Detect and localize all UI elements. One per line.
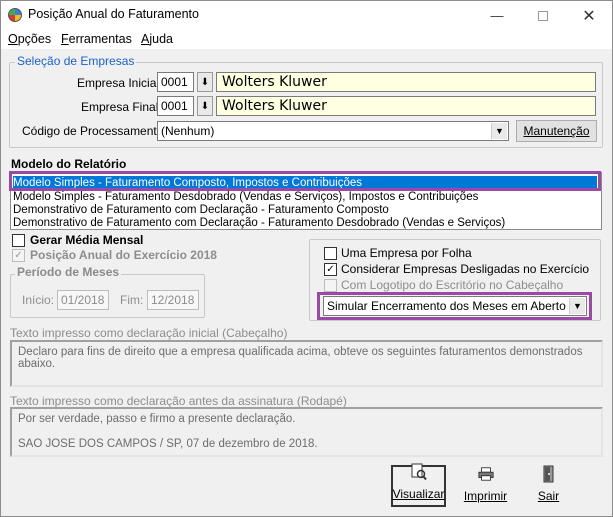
chevron-down-icon[interactable]: ▼ xyxy=(491,123,507,139)
cabecalho-textarea[interactable]: Declaro para fins de direito que a empre… xyxy=(10,340,603,387)
menu-opcoes-label: pções xyxy=(17,32,52,46)
minimize-icon: — xyxy=(490,8,504,23)
fim-label: Fim: xyxy=(120,293,144,307)
codigo-processamento-value: (Nenhum) xyxy=(161,124,215,138)
close-button[interactable]: ✕ xyxy=(566,2,612,29)
empresa-inicial-label: Empresa Inicial xyxy=(77,76,160,90)
posicao-anual-checkbox[interactable]: ✓ xyxy=(12,249,25,262)
menu-opcoes[interactable]: Opções xyxy=(8,32,51,46)
maximize-button[interactable] xyxy=(520,2,566,29)
fim-input[interactable]: 12/2018 xyxy=(147,290,199,310)
logotipo-checkbox[interactable] xyxy=(324,279,337,292)
down-arrow-icon: ⬇ xyxy=(200,100,210,112)
printer-icon xyxy=(477,465,494,483)
simular-highlight xyxy=(317,292,592,320)
considerar-checkbox[interactable]: ✓ xyxy=(324,263,337,276)
cabecalho-label: Texto impresso como declaração inicial (… xyxy=(10,326,288,340)
inicio-input[interactable]: 01/2018 xyxy=(57,290,109,310)
manutencao-label: Manutenção xyxy=(523,124,590,138)
sair-button[interactable]: Sair xyxy=(521,465,576,507)
logotipo-label: Com Logotipo do Escritório no Cabeçalho xyxy=(341,278,564,292)
app-logo-icon xyxy=(8,8,22,22)
list-item[interactable]: Modelo Simples - Faturamento Desdobrado … xyxy=(13,190,478,204)
magnifier-document-icon xyxy=(411,463,427,481)
window-title: Posição Anual do Faturamento xyxy=(28,7,199,21)
empresa-final-name-field[interactable]: Wolters Kluwer xyxy=(216,96,596,116)
title-bar[interactable]: Posição Anual do Faturamento — ✕ xyxy=(1,1,612,29)
gerar-media-label: Gerar Média Mensal xyxy=(30,233,144,247)
list-item[interactable]: Demonstrativo de Faturamento com Declara… xyxy=(13,216,505,230)
list-item[interactable]: Demonstrativo de Faturamento com Declara… xyxy=(13,203,389,217)
rodape-textarea[interactable]: Por ser verdade, passo e firmo a present… xyxy=(10,407,603,457)
empresa-inicial-name-field[interactable]: Wolters Kluwer xyxy=(216,72,596,92)
manutencao-button[interactable]: Manutenção xyxy=(516,120,597,142)
codigo-processamento-select[interactable]: (Nenhum) ▼ xyxy=(157,121,509,141)
rodape-line-2: SAO JOSE DOS CAMPOS / SP, 07 de dezembro… xyxy=(18,438,318,450)
empresa-final-code-input[interactable]: 0001 xyxy=(157,96,194,116)
sair-label: Sair xyxy=(537,489,560,503)
menu-opcoes-accel: O xyxy=(8,32,18,46)
uma-empresa-checkbox[interactable] xyxy=(324,247,337,260)
exit-door-icon xyxy=(541,465,557,483)
cabecalho-text: Declaro para fins de direito que a empre… xyxy=(18,346,583,370)
down-arrow-icon: ⬇ xyxy=(200,76,210,88)
empresa-final-label: Empresa Final xyxy=(81,100,159,114)
checkmark-icon: ✓ xyxy=(326,264,335,275)
menu-ajuda[interactable]: Ajuda xyxy=(141,32,173,46)
menu-ferramentas-accel: F xyxy=(61,32,69,46)
gerar-media-checkbox[interactable] xyxy=(12,234,25,247)
visualizar-label: Visualizar xyxy=(392,487,445,501)
menu-ferramentas[interactable]: Ferramentas xyxy=(61,32,132,46)
empresa-inicial-lookup-button[interactable]: ⬇ xyxy=(197,72,213,92)
imprimir-label: Imprimir xyxy=(463,489,508,503)
uma-empresa-label: Uma Empresa por Folha xyxy=(341,246,472,260)
menu-ajuda-label: juda xyxy=(149,32,173,46)
rodape-line-1: Por ser verdade, passo e firmo a present… xyxy=(18,413,296,425)
modelo-title: Modelo do Relatório xyxy=(11,157,127,171)
menu-ferramentas-label: erramentas xyxy=(68,32,132,46)
rodape-label: Texto impresso como declaração antes da … xyxy=(10,394,347,408)
imprimir-button[interactable]: Imprimir xyxy=(458,465,513,507)
close-icon: ✕ xyxy=(582,7,596,25)
visualizar-button[interactable]: Visualizar xyxy=(391,463,446,507)
inicio-label: Início: xyxy=(22,293,55,307)
maximize-icon xyxy=(538,10,548,21)
selection-highlight xyxy=(9,171,601,191)
considerar-label: Considerar Empresas Desligadas no Exercí… xyxy=(341,262,590,276)
menu-bar: Opções Ferramentas Ajuda xyxy=(1,29,612,49)
posicao-anual-label: Posição Anual do Exercício 2018 xyxy=(30,248,217,262)
selecao-empresas-legend: Seleção de Empresas xyxy=(15,54,137,68)
empresa-final-lookup-button[interactable]: ⬇ xyxy=(197,96,213,116)
periodo-legend: Período de Meses xyxy=(15,265,122,279)
empresa-inicial-code-input[interactable]: 0001 xyxy=(157,72,194,92)
checkmark-icon: ✓ xyxy=(14,250,23,261)
minimize-button[interactable]: — xyxy=(474,2,520,29)
codigo-processamento-label: Código de Processamento xyxy=(22,124,164,138)
